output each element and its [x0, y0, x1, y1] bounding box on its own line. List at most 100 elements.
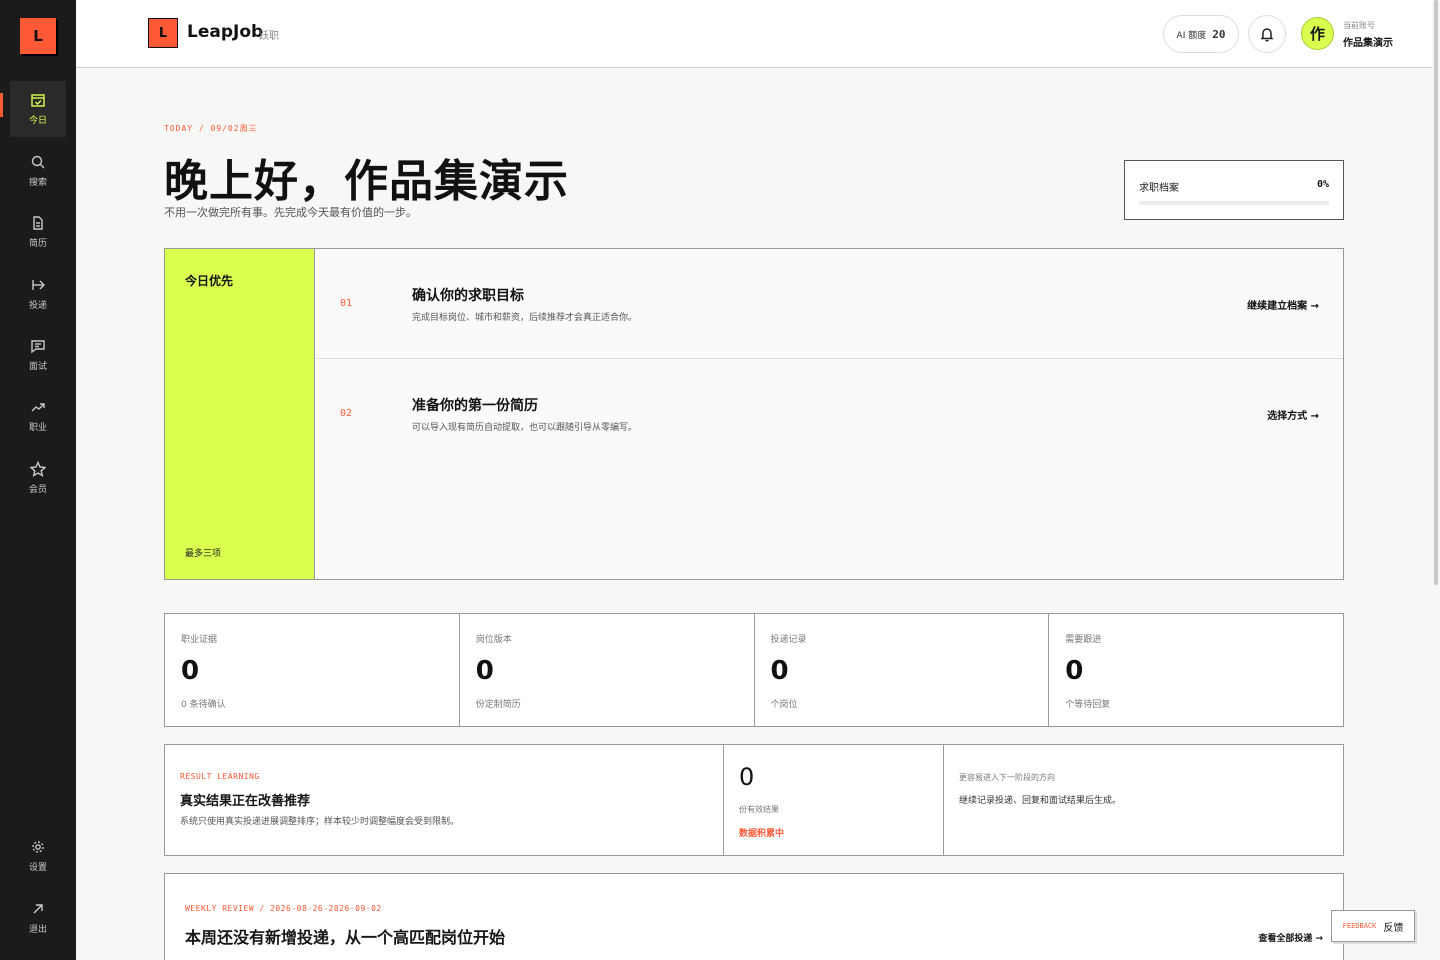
result-title: 真实结果正在改善推荐	[180, 794, 311, 809]
priority-sidebar: 今日优先 最多三项	[165, 249, 315, 579]
priority-title: 今日优先	[185, 274, 234, 288]
brand-logo[interactable]: L	[148, 18, 178, 48]
ai-quota-value: 20	[1212, 27, 1226, 41]
sidebar-item-label: 面试	[28, 362, 47, 372]
sidebar-item-label: 搜索	[28, 178, 47, 188]
sidebar-item-today[interactable]: 今日	[10, 81, 66, 137]
feedback-en-label: FEEDBACK	[1342, 922, 1377, 930]
task-description: 可以导入现有简历自动提取，也可以跟随引导从零编写。	[412, 423, 638, 433]
sidebar-item-label: 设置	[28, 863, 47, 873]
ai-quota-button[interactable]: AI 额度 20	[1163, 15, 1239, 53]
send-arrow-icon	[32, 280, 45, 290]
choose-method-link[interactable]: 选择方式 →	[1267, 407, 1319, 422]
stat-value: 0	[475, 656, 494, 686]
ai-quota-label: AI 额度	[1176, 30, 1207, 41]
result-count-unit: 份有效结果	[739, 805, 779, 814]
sidebar-item-resume[interactable]: 简历	[10, 204, 66, 260]
priority-footer: 最多三项	[185, 549, 222, 559]
stat-sub: 个等待回复	[1065, 700, 1111, 710]
result-next-direction: 更容易进入下一阶段的方向 继续记录投递、回复和面试结果后生成。	[944, 745, 1343, 855]
gear-icon	[32, 841, 44, 853]
stat-label: 需要跟进	[1065, 635, 1102, 645]
stats-row: 职业证据 0 0 条待确认 岗位版本 0 份定制简历 投递记录 0 个岗位 需要…	[164, 613, 1344, 727]
stat-applications[interactable]: 投递记录 0 个岗位	[755, 614, 1050, 726]
trend-up-icon	[31, 403, 45, 412]
task-number: 02	[340, 408, 353, 419]
stat-job-versions[interactable]: 岗位版本 0 份定制简历	[460, 614, 755, 726]
stat-label: 投递记录	[770, 635, 807, 645]
feedback-cn-label: 反馈	[1383, 922, 1404, 934]
result-learning-panel: RESULT LEARNING 真实结果正在改善推荐 系统只使用真实投递进展调整…	[164, 744, 1344, 856]
chat-icon	[31, 340, 45, 354]
page-subtitle: 不用一次做完所有事。先完成今天最有价值的一步。	[164, 206, 417, 219]
stat-label: 岗位版本	[475, 635, 512, 645]
stat-sub: 0 条待确认	[181, 700, 226, 710]
stat-value: 0	[770, 656, 789, 686]
star-icon	[30, 461, 46, 477]
stat-value: 0	[1065, 656, 1084, 686]
notification-button[interactable]	[1248, 15, 1286, 53]
task-title: 准备你的第一份简历	[412, 398, 538, 414]
search-icon	[31, 155, 45, 169]
sidebar-item-interview[interactable]: 面试	[10, 327, 66, 383]
stat-label: 职业证据	[181, 635, 218, 645]
stat-sub: 个岗位	[770, 700, 798, 710]
task-number: 01	[340, 298, 353, 309]
top-header: L LeapJob 跃职 AI 额度 20 作 当前账号 作品集演示	[76, 0, 1432, 68]
page-title: 晚上好，作品集演示	[164, 156, 569, 207]
view-all-applications-link[interactable]: 查看全部投递 →	[1258, 931, 1323, 944]
result-description: 系统只使用真实投递进展调整排序；样本较少时调整幅度会受到限制。	[180, 817, 460, 827]
next-direction-label: 更容易进入下一阶段的方向	[959, 773, 1055, 782]
stat-sub: 份定制简历	[475, 700, 521, 710]
sidebar-item-settings[interactable]: 设置	[10, 828, 66, 884]
feedback-button[interactable]: FEEDBACK 反馈	[1331, 910, 1415, 942]
sidebar-item-label: 今日	[28, 116, 47, 126]
sidebar-item-label: 投递	[28, 301, 47, 311]
bell-icon	[1260, 28, 1274, 42]
stat-career-evidence[interactable]: 职业证据 0 0 条待确认	[165, 614, 460, 726]
profile-percent: 0%	[1316, 179, 1329, 190]
sidebar-item-career[interactable]: 职业	[10, 388, 66, 444]
next-direction-desc: 继续记录投递、回复和面试结果后生成。	[959, 796, 1122, 806]
sidebar-item-label: 职业	[28, 423, 47, 433]
sidebar-logo[interactable]: L	[20, 18, 56, 54]
brand-name[interactable]: LeapJob	[187, 22, 263, 42]
sidebar-item-label: 会员	[28, 485, 47, 495]
profile-progress-track	[1139, 201, 1329, 205]
sidebar-item-label: 退出	[28, 925, 47, 935]
calendar-check-icon	[31, 94, 45, 107]
sidebar-item-apply[interactable]: 投递	[10, 266, 66, 322]
page-scrollbar[interactable]	[1434, 0, 1438, 585]
result-count-cell: 0 份有效结果 数据积累中	[724, 745, 944, 855]
arrow-out-icon	[33, 904, 43, 914]
result-count: 0	[739, 763, 755, 791]
account-label: 当前账号	[1343, 21, 1375, 30]
document-icon	[33, 216, 43, 230]
sidebar-item-logout[interactable]: 退出	[10, 890, 66, 946]
task-item[interactable]: 02 准备你的第一份简历 可以导入现有简历自动提取，也可以跟随引导从零编写。 选…	[316, 359, 1343, 469]
result-status: 数据积累中	[739, 829, 785, 839]
weekly-tag: WEEKLY REVIEW / 2026-08-26-2026-09-02	[185, 904, 382, 913]
continue-profile-link[interactable]: 继续建立档案 →	[1247, 297, 1319, 312]
account-name[interactable]: 作品集演示	[1343, 34, 1393, 49]
job-profile-card[interactable]: 求职档案 0%	[1124, 160, 1344, 220]
task-item[interactable]: 01 确认你的求职目标 完成目标岗位、城市和薪资，后续推荐才会真正适合你。 继续…	[316, 249, 1343, 359]
task-description: 完成目标岗位、城市和薪资，后续推荐才会真正适合你。	[412, 313, 638, 323]
stat-value: 0	[181, 656, 200, 686]
avatar[interactable]: 作	[1301, 17, 1334, 50]
priority-panel: 今日优先 最多三项 01 确认你的求职目标 完成目标岗位、城市和薪资，后续推荐才…	[164, 248, 1344, 580]
brand-subtitle: 跃职	[259, 31, 279, 42]
sidebar-item-membership[interactable]: 会员	[10, 450, 66, 506]
sidebar: L 今日 搜索 简历 投递 面试 职业 会员 设置 退出	[0, 0, 76, 960]
sidebar-item-label: 简历	[28, 239, 47, 249]
profile-label: 求职档案	[1139, 183, 1179, 194]
task-title: 确认你的求职目标	[412, 288, 524, 304]
nav-active-indicator	[0, 93, 3, 117]
stat-follow-up[interactable]: 需要跟进 0 个等待回复	[1049, 614, 1343, 726]
result-tag: RESULT LEARNING	[180, 772, 260, 781]
breadcrumb: TODAY / 09/02周三	[164, 124, 258, 133]
result-learning-info: RESULT LEARNING 真实结果正在改善推荐 系统只使用真实投递进展调整…	[165, 745, 724, 855]
sidebar-item-search[interactable]: 搜索	[10, 143, 66, 199]
weekly-review-panel: WEEKLY REVIEW / 2026-08-26-2026-09-02 本周…	[164, 873, 1344, 960]
weekly-title: 本周还没有新增投递，从一个高匹配岗位开始	[185, 928, 506, 947]
